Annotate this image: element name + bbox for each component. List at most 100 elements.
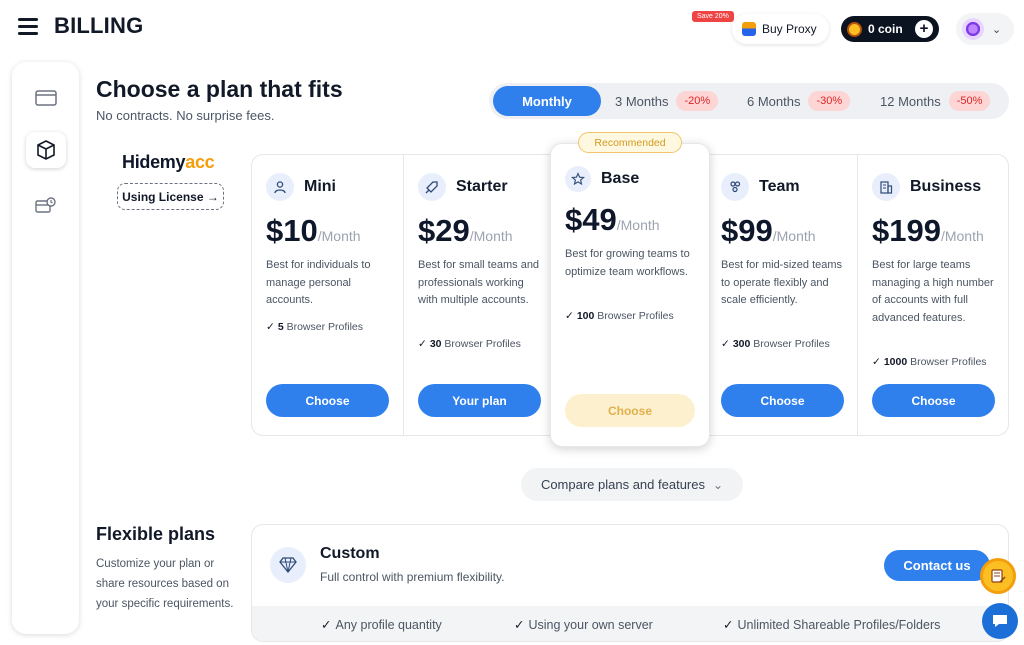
chat-button[interactable] [982, 603, 1018, 639]
plan-price: $49 [565, 202, 617, 237]
period-12-months[interactable]: 12 Months -50% [880, 86, 991, 116]
sidebar [12, 62, 79, 634]
period-label: 6 Months [747, 93, 801, 109]
billing-period-toggle: Monthly 3 Months -20% 6 Months -30% 12 M… [489, 83, 1009, 119]
choose-team-button[interactable]: Choose [721, 384, 844, 417]
check-icon: ✓ [266, 321, 275, 333]
custom-feature: ✓ Unlimited Shareable Profiles/Folders [723, 618, 941, 632]
note-icon [991, 569, 1006, 583]
account-menu[interactable]: ⌄ [956, 13, 1014, 45]
plan-name: Starter [456, 178, 508, 195]
plan-period: /Month [317, 228, 361, 244]
plan-card-team: Team $99/Month Best for mid-sized teams … [707, 155, 858, 435]
plan-feature: ✓ 100 Browser Profiles [565, 310, 674, 322]
plan-subheading: No contracts. No surprise fees. [96, 108, 275, 123]
plan-heading: Choose a plan that fits [96, 76, 343, 102]
period-label: 12 Months [880, 93, 941, 109]
menu-icon[interactable] [18, 18, 38, 35]
plan-description: Best for large teams managing a high num… [872, 259, 994, 324]
custom-feature: ✓ Any profile quantity [321, 618, 442, 632]
plan-description: Best for mid-sized teams to operate flex… [721, 259, 843, 306]
period-6-months[interactable]: 6 Months -30% [747, 86, 851, 116]
star-icon [565, 166, 591, 192]
sidebar-item-billing[interactable] [26, 80, 66, 116]
buy-proxy-button[interactable]: Buy Proxy [732, 14, 829, 44]
custom-plan-card: Custom Full control with premium flexibi… [251, 524, 1009, 642]
plan-name: Mini [304, 178, 336, 195]
page-title: BILLING [54, 13, 144, 38]
period-label: Monthly [522, 93, 572, 109]
period-label: 3 Months [615, 93, 669, 109]
plan-feature: ✓ 1000 Browser Profiles [872, 356, 987, 368]
proxy-icon [742, 22, 756, 36]
plan-card-business: Business $199/Month Best for large teams… [858, 155, 1009, 435]
plan-name: Team [759, 178, 800, 195]
flexible-plans-description: Customize your plan or share resources b… [96, 558, 234, 610]
chevron-down-icon: ⌄ [992, 23, 1002, 36]
buy-proxy-label: Buy Proxy [762, 22, 817, 36]
plan-feature: ✓ 300 Browser Profiles [721, 338, 830, 350]
coin-icon [847, 21, 862, 37]
plan-description: Best for growing teams to optimize team … [565, 248, 690, 278]
discount-badge: -50% [948, 91, 991, 111]
chevron-down-icon: ⌄ [712, 477, 724, 492]
plan-name: Base [601, 170, 640, 187]
check-icon: ✓ [723, 618, 734, 632]
plan-period: /Month [616, 217, 660, 233]
avatar [962, 18, 984, 40]
plan-description: Best for small teams and professionals w… [418, 259, 540, 306]
compare-label: Compare plans and features [540, 477, 705, 492]
building-icon [872, 173, 900, 201]
plan-price: $199 [872, 213, 941, 248]
add-coin-icon[interactable]: + [915, 20, 933, 38]
save-badge: Save 20% [692, 11, 734, 22]
choose-base-button[interactable]: Choose [565, 394, 695, 427]
plan-period: /Month [940, 228, 984, 244]
check-icon: ✓ [321, 618, 332, 632]
plan-feature: ✓ 5 Browser Profiles [266, 321, 364, 333]
card-clock-icon [35, 197, 56, 213]
check-icon: ✓ [872, 356, 881, 368]
recommended-badge: Recommended [578, 132, 682, 153]
plan-price: $10 [266, 213, 318, 248]
diamond-icon [270, 547, 306, 583]
plan-period: /Month [469, 228, 513, 244]
custom-feature: ✓ Using your own server [514, 618, 653, 632]
plan-description: Best for individuals to manage personal … [266, 259, 371, 306]
chat-icon [993, 615, 1007, 627]
rocket-icon [418, 173, 446, 201]
plan-period: /Month [772, 228, 816, 244]
user-icon [266, 173, 294, 201]
package-icon [37, 140, 55, 160]
compare-plans-button[interactable]: Compare plans and features ⌄ [521, 468, 743, 501]
plan-price: $99 [721, 213, 773, 248]
credit-card-icon [35, 90, 57, 106]
check-icon: ✓ [418, 338, 427, 350]
custom-plan-subtitle: Full control with premium flexibility. [320, 570, 505, 584]
your-plan-button[interactable]: Your plan [418, 384, 541, 417]
coin-label: 0 coin [868, 22, 903, 36]
notes-button[interactable] [980, 558, 1016, 594]
coin-balance[interactable]: 0 coin + [841, 16, 939, 42]
hidemyacc-logo: Hidemyacc [122, 152, 215, 172]
plan-name: Business [910, 178, 982, 195]
check-icon: ✓ [721, 338, 730, 350]
team-icon [721, 173, 749, 201]
period-3-months[interactable]: 3 Months -20% [615, 86, 719, 116]
plan-price: $29 [418, 213, 470, 248]
contact-us-button[interactable]: Contact us [884, 550, 990, 581]
plan-card-starter: Starter $29/Month Best for small teams a… [404, 155, 555, 435]
plan-card-base: Base $49/Month Best for growing teams to… [550, 143, 710, 447]
top-bar: BILLING Save 20% Buy Proxy 0 coin + ⌄ [0, 0, 1024, 56]
check-icon: ✓ [514, 618, 525, 632]
period-monthly[interactable]: Monthly [493, 86, 601, 116]
sidebar-item-history[interactable] [26, 188, 66, 224]
sidebar-item-plans[interactable] [26, 132, 66, 168]
flexible-plans-title: Flexible plans [96, 524, 216, 544]
plan-card-mini: Mini $10/Month Best for individuals to m… [252, 155, 403, 435]
plan-feature: ✓ 30 Browser Profiles [418, 338, 521, 350]
using-license-button[interactable]: Using License → [117, 183, 224, 210]
custom-plan-features: ✓ Any profile quantity ✓ Using your own se… [252, 606, 1008, 641]
choose-mini-button[interactable]: Choose [266, 384, 389, 417]
choose-business-button[interactable]: Choose [872, 384, 995, 417]
